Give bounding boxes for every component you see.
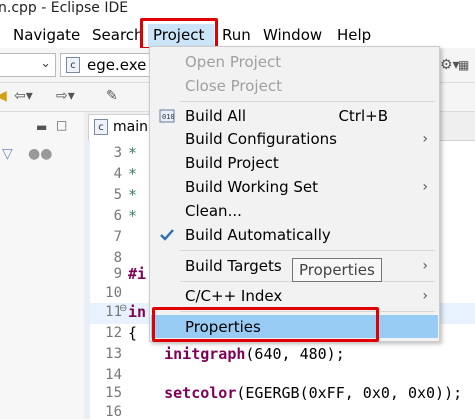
new-window-icon[interactable]: ✎ bbox=[106, 88, 118, 104]
gear-icon[interactable]: ⚙▾ bbox=[440, 57, 460, 73]
filter-icon[interactable]: ▽ bbox=[2, 146, 13, 162]
menu-item-clean[interactable]: Clean... bbox=[151, 199, 438, 223]
c-file-icon: c bbox=[66, 57, 80, 73]
project-explorer-pane: ▬ □ ▽ ●● bbox=[0, 112, 85, 419]
code-line: * bbox=[128, 207, 138, 225]
forward-icon[interactable]: ⇨▾ bbox=[56, 88, 75, 104]
code-line: in bbox=[128, 303, 147, 321]
c-file-icon: c bbox=[94, 119, 108, 135]
window-title: n.cpp - Eclipse IDE bbox=[0, 0, 129, 16]
previous-annotation-icon[interactable]: ◀ bbox=[0, 88, 7, 104]
line-number: 3 bbox=[113, 145, 122, 161]
menu-item-build-configurations[interactable]: Build Configurations › bbox=[151, 127, 438, 151]
menu-bar: Navigate Search Project Run Window Help bbox=[0, 22, 475, 48]
menu-search[interactable]: Search bbox=[92, 24, 144, 46]
link-icon[interactable]: ●● bbox=[28, 146, 52, 162]
editor-tab-label: main. bbox=[113, 119, 153, 135]
minimize-icon[interactable]: ▬ bbox=[36, 119, 47, 135]
project-menu-dropdown: Open Project Close Project 010 Build All… bbox=[149, 46, 440, 342]
fold-collapse-icon[interactable]: ⊖ bbox=[119, 303, 127, 314]
build-all-icon: 010 bbox=[159, 109, 175, 123]
line-number: 5 bbox=[113, 187, 122, 203]
line-number: 15 bbox=[105, 385, 122, 401]
code-line: { bbox=[128, 324, 138, 342]
line-number: 6 bbox=[113, 208, 122, 224]
tooltip: Properties bbox=[292, 258, 382, 282]
line-number: 14 bbox=[105, 367, 122, 383]
menu-item-build-working-set[interactable]: Build Working Set › bbox=[151, 175, 438, 199]
launch-configuration-label: ege.exe bbox=[87, 56, 147, 74]
code-line: * bbox=[128, 186, 138, 204]
menu-item-build-all[interactable]: 010 Build All Ctrl+B bbox=[151, 104, 438, 128]
menu-help[interactable]: Help bbox=[337, 24, 371, 46]
function-name: setcolor bbox=[164, 384, 237, 402]
menu-item-build-automatically[interactable]: Build Automatically bbox=[151, 223, 438, 247]
menu-separator bbox=[180, 101, 435, 102]
line-number: 13 bbox=[105, 346, 122, 362]
code-line-setcolor: setcolor(EGERGB(0xFF, 0x0, 0x0)); bbox=[164, 384, 463, 402]
menu-separator bbox=[180, 250, 435, 251]
menu-item-cpp-index[interactable]: C/C++ Index › bbox=[151, 284, 438, 308]
title-bar: n.cpp - Eclipse IDE bbox=[0, 0, 475, 22]
perspective-icon[interactable]: ▦ bbox=[458, 57, 469, 73]
menu-item-build-project[interactable]: Build Project bbox=[151, 151, 438, 175]
line-number: 16 bbox=[105, 404, 122, 420]
menu-run[interactable]: Run bbox=[222, 24, 251, 46]
submenu-arrow-icon: › bbox=[422, 258, 428, 274]
svg-text:010: 010 bbox=[162, 113, 175, 121]
line-number: 8 bbox=[113, 250, 122, 266]
line-number: 7 bbox=[113, 229, 122, 245]
maximize-icon[interactable]: □ bbox=[56, 117, 67, 133]
menu-item-open-project[interactable]: Open Project bbox=[151, 50, 438, 74]
function-name: initgraph bbox=[164, 345, 246, 363]
code-line-initgraph: initgraph(640, 480); bbox=[164, 345, 345, 363]
shortcut-label: Ctrl+B bbox=[338, 107, 388, 125]
menu-navigate[interactable]: Navigate bbox=[13, 24, 80, 46]
checkmark-icon bbox=[160, 229, 174, 241]
properties-highlight-box bbox=[152, 307, 379, 342]
menu-item-close-project[interactable]: Close Project bbox=[151, 74, 438, 98]
launch-mode-combo[interactable]: ⌄ bbox=[0, 53, 56, 77]
code-line: * bbox=[128, 165, 138, 183]
line-number: 12 bbox=[105, 325, 122, 341]
line-number: 10 bbox=[105, 285, 122, 301]
code-line: #i bbox=[128, 265, 147, 283]
menu-window[interactable]: Window bbox=[263, 24, 322, 46]
back-icon[interactable]: ⇦▾ bbox=[14, 88, 33, 104]
submenu-arrow-icon: › bbox=[422, 131, 428, 147]
line-number: 9 bbox=[113, 266, 122, 282]
submenu-arrow-icon: › bbox=[422, 179, 428, 195]
line-number: 4 bbox=[113, 166, 122, 182]
chevron-down-icon: ⌄ bbox=[40, 56, 51, 71]
submenu-arrow-icon: › bbox=[422, 288, 428, 304]
code-line: * bbox=[128, 144, 138, 162]
launch-configuration-combo[interactable]: c ege.exe bbox=[60, 53, 150, 77]
